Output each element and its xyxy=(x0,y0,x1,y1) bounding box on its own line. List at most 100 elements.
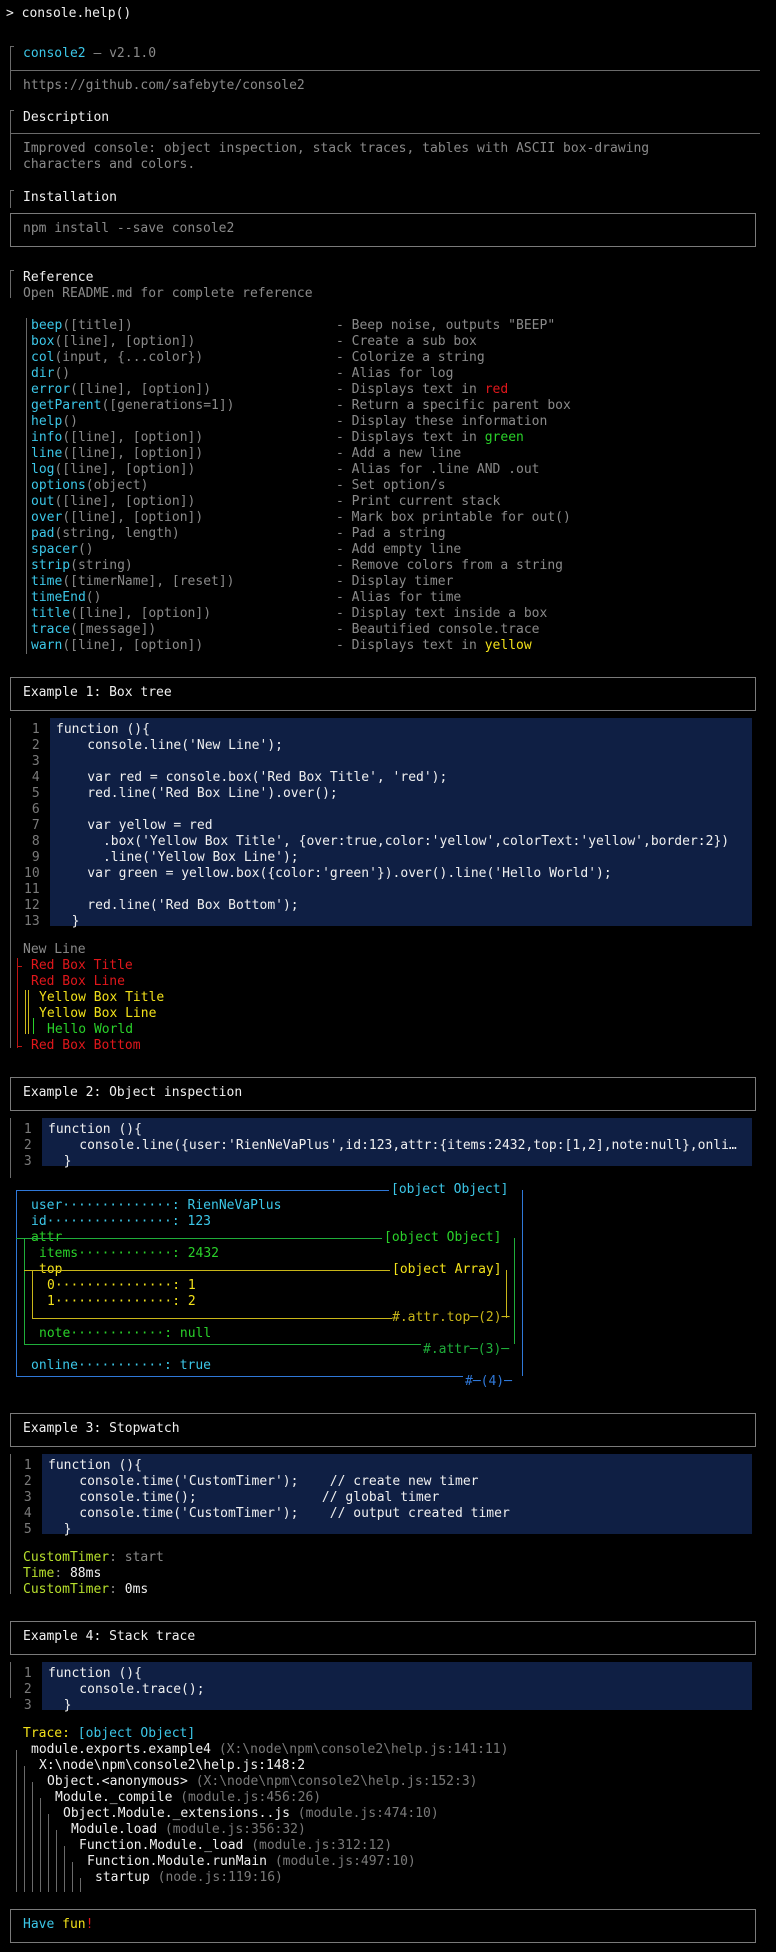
ex1-out-hello: Hello World xyxy=(47,1022,134,1037)
trace-guide xyxy=(80,1878,81,1892)
ex1-out-yellow-title: Yellow Box Title xyxy=(39,990,165,1005)
line-number: 1 xyxy=(16,1458,32,1473)
description-text-2: characters and colors. xyxy=(23,157,196,172)
example3-heading: Example 3: Stopwatch xyxy=(23,1421,180,1436)
line-number: 11 xyxy=(24,882,40,897)
reference-desc: - Pad a string xyxy=(336,526,446,541)
line-number: 5 xyxy=(16,1522,32,1537)
line-number: 4 xyxy=(16,1506,32,1521)
tree-items: items············: 2432 xyxy=(39,1246,220,1261)
reference-desc: - Displays text in yellow xyxy=(336,638,532,653)
code-line: } xyxy=(56,914,80,929)
reference-desc: - Create a sub box xyxy=(336,334,477,349)
code-line: var red = console.box('Red Box Title', '… xyxy=(56,770,448,785)
ex3-out-3: CustomTimer: 0ms xyxy=(23,1582,149,1597)
trace-frame: Object.Module._extensions..js (module.js… xyxy=(63,1806,439,1821)
trace-guide xyxy=(64,1846,65,1892)
trace-frame: startup (node.js:119:16) xyxy=(95,1870,283,1885)
line-number: 2 xyxy=(16,1138,32,1153)
trace-frame: Function.Module._load (module.js:312:12) xyxy=(79,1838,393,1853)
code-line: } xyxy=(48,1154,72,1169)
reference-item-dir: dir() xyxy=(31,366,71,381)
line-number: 1 xyxy=(16,1122,32,1137)
ex3-out-2: Time: 88ms xyxy=(23,1566,102,1581)
trace-frame: Object.<anonymous> (X:\node\npm\console2… xyxy=(47,1774,478,1789)
tree-root-label: [object Object] xyxy=(391,1182,509,1197)
install-command[interactable]: npm install --save console2 xyxy=(23,221,234,237)
reference-desc: - Return a specific parent box xyxy=(336,398,571,413)
ex1-out-red-bottom: Red Box Bottom xyxy=(31,1038,141,1053)
code-line: console.line('New Line'); xyxy=(56,738,283,753)
reference-item-error: error([line], [option]) xyxy=(31,382,212,397)
package-title: console2 — v2.1.0 xyxy=(23,46,157,61)
code-line: console.trace(); xyxy=(48,1682,205,1697)
code-line: var yellow = red xyxy=(56,818,213,833)
reference-desc: - Mark box printable for out() xyxy=(336,510,571,525)
code-line: red.line('Red Box Bottom'); xyxy=(56,898,299,913)
reference-desc: - Beautified console.trace xyxy=(336,622,540,637)
line-number: 9 xyxy=(24,850,40,865)
description-heading: Description xyxy=(23,110,110,125)
example4-heading: Example 4: Stack trace xyxy=(23,1629,196,1644)
line-number: 2 xyxy=(16,1474,32,1489)
code-line: function (){ xyxy=(48,1666,142,1681)
reference-item-options: options(object) xyxy=(31,478,149,493)
reference-item-line: line([line], [option]) xyxy=(31,446,204,461)
trace-frame: module.exports.example4 (X:\node\npm\con… xyxy=(31,1742,509,1757)
trace-frame: Function.Module.runMain (module.js:497:1… xyxy=(87,1854,416,1869)
reference-item-info: info([line], [option]) xyxy=(31,430,204,445)
reference-desc: - Set option/s xyxy=(336,478,446,493)
reference-desc: - Print current stack xyxy=(336,494,501,509)
ex1-out-red-title: Red Box Title xyxy=(31,958,133,973)
line-number: 3 xyxy=(24,754,40,769)
reference-item-title: title([line], [option]) xyxy=(31,606,212,621)
installation-heading: Installation xyxy=(23,190,117,205)
line-number: 13 xyxy=(24,914,40,929)
tree-attr-label: [object Object] xyxy=(384,1230,502,1245)
code-line: console.time('CustomTimer'); // output c… xyxy=(48,1506,510,1521)
code-line: console.time('CustomTimer'); // create n… xyxy=(48,1474,479,1489)
code-line: function (){ xyxy=(48,1458,142,1473)
reference-heading: Reference xyxy=(23,270,94,285)
tree-note: note············: null xyxy=(39,1326,212,1341)
code-line: console.line({user:'RienNeVaPlus',id:123… xyxy=(48,1138,737,1153)
footer-text: Have fun! xyxy=(23,1917,94,1932)
tree-online: online···········: true xyxy=(31,1358,212,1373)
line-number: 2 xyxy=(24,738,40,753)
reference-item-pad: pad(string, length) xyxy=(31,526,180,541)
reference-item-over: over([line], [option]) xyxy=(31,510,204,525)
code-line: console.time(); // global timer xyxy=(48,1490,440,1505)
reference-item-warn: warn([line], [option]) xyxy=(31,638,204,653)
tree-root-end: #─(4)─ xyxy=(465,1374,512,1389)
package-url[interactable]: https://github.com/safebyte/console2 xyxy=(23,78,305,94)
footer-box xyxy=(10,1909,756,1943)
code-line: function (){ xyxy=(48,1122,142,1137)
reference-desc: - Beep noise, outputs "BEEP" xyxy=(336,318,556,333)
reference-item-spacer: spacer() xyxy=(31,542,94,557)
trace-frame: Module._compile (module.js:456:26) xyxy=(55,1790,322,1805)
line-number: 8 xyxy=(24,834,40,849)
trace-frame: Module.load (module.js:356:32) xyxy=(71,1822,306,1837)
trace-guide xyxy=(32,1782,33,1892)
tree-user: user··············: RienNeVaPlus xyxy=(31,1198,282,1213)
reference-desc: - Colorize a string xyxy=(336,350,485,365)
reference-item-getParent: getParent([generations=1]) xyxy=(31,398,235,413)
reference-desc: - Remove colors from a string xyxy=(336,558,563,573)
line-number: 12 xyxy=(24,898,40,913)
trace-guide xyxy=(16,1750,17,1892)
reference-desc: - Add empty line xyxy=(336,542,462,557)
example1-heading: Example 1: Box tree xyxy=(23,685,172,700)
trace-header: Trace: [object Object] xyxy=(23,1726,196,1741)
line-number: 1 xyxy=(16,1666,32,1681)
trace-frame: X:\node\npm\console2\help.js:148:2 xyxy=(39,1758,306,1773)
tree-top-label: [object Array] xyxy=(392,1262,502,1277)
trace-guide xyxy=(56,1830,57,1892)
reference-desc: - Alias for log xyxy=(336,366,454,381)
reference-desc: - Displays text in red xyxy=(336,382,509,397)
ex3-out-1: CustomTimer: start xyxy=(23,1550,164,1565)
code-line: } xyxy=(48,1522,72,1537)
line-number: 7 xyxy=(24,818,40,833)
line-number: 10 xyxy=(24,866,40,881)
line-number: 5 xyxy=(24,786,40,801)
trace-guide xyxy=(24,1766,25,1892)
